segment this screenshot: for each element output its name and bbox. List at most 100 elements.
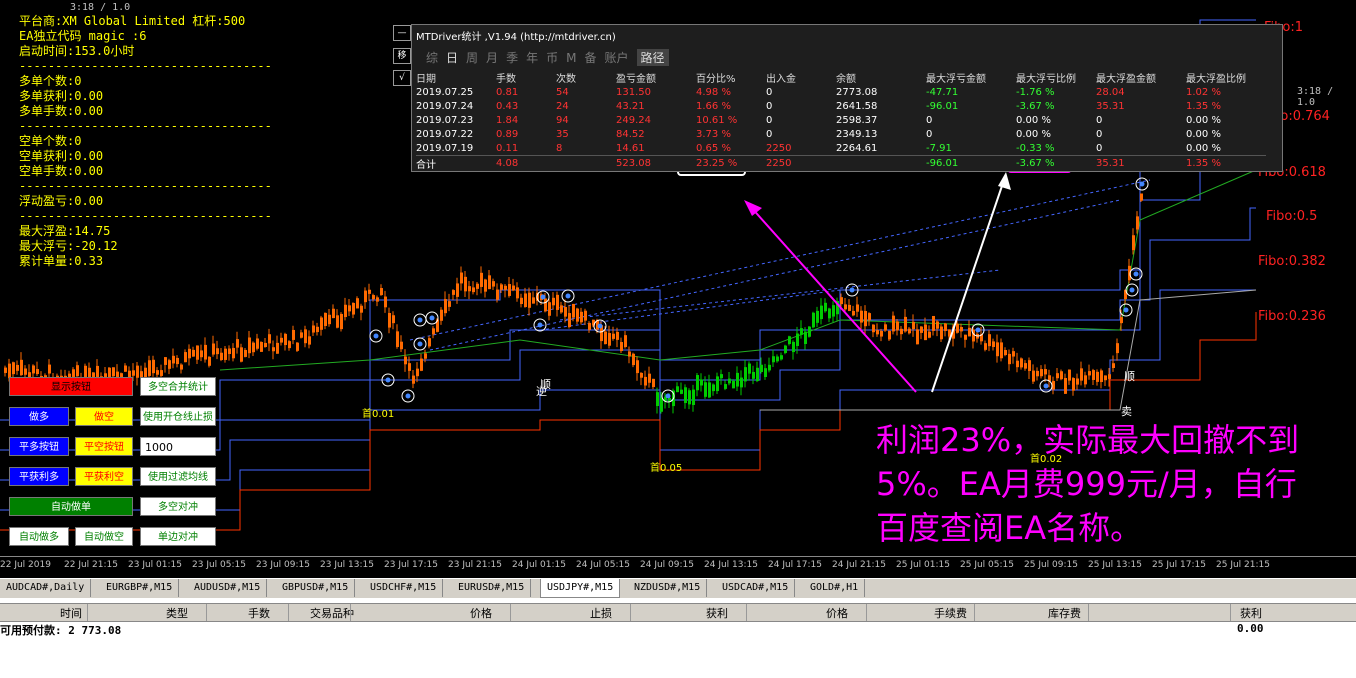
terminal-column-header[interactable]: 类型 (166, 605, 188, 621)
merge-stats-button[interactable]: 多空合并统计 (140, 377, 216, 396)
stats-cell: 2019.07.25 (416, 86, 474, 98)
sell-label: 卖 (1121, 405, 1132, 418)
candle-body (232, 347, 235, 359)
panel-tab[interactable]: 币 (546, 49, 558, 66)
candle-body (392, 315, 395, 324)
candle-body (796, 333, 799, 346)
candle-body (236, 339, 239, 348)
candle-body (1104, 375, 1107, 381)
panel-tab[interactable]: 账户 (604, 49, 628, 66)
panel-tab[interactable]: 周 (466, 49, 478, 66)
symbol-tab[interactable]: USDCAD#,M15 (716, 579, 796, 597)
stats-cell: -7.91 (926, 142, 952, 154)
candle-body (904, 316, 907, 332)
symbol-tab[interactable]: GBPUSD#,M15 (276, 579, 356, 597)
auto-trade-button[interactable]: 自动做单 (9, 497, 133, 516)
symbol-tab[interactable]: EURUSD#,M15 (452, 579, 532, 597)
close-profit-buy-button[interactable]: 平获利多 (9, 467, 69, 486)
stats-cell: 2598.37 (836, 114, 878, 126)
terminal-column-header[interactable]: 价格 (826, 605, 848, 621)
candle-body (284, 333, 287, 346)
close-sell-button[interactable]: 平空按钮 (75, 437, 133, 456)
hedge-button[interactable]: 多空对冲 (140, 497, 216, 516)
candle-body (644, 376, 647, 386)
terminal-column-header[interactable]: 获利 (706, 605, 728, 621)
lots-input[interactable]: 1000 (140, 437, 216, 456)
auto-sell-button[interactable]: 自动做空 (75, 527, 133, 546)
candle-body (292, 329, 295, 340)
close-profit-sell-button[interactable]: 平获利空 (75, 467, 133, 486)
terminal-column-header[interactable]: 获利 (1240, 605, 1262, 621)
stats-row: 2019.07.23 1.84 94 249.24 10.61 % 0 2598.37 0 0.… (416, 113, 1266, 127)
stats-column-header: 手数 (496, 74, 516, 85)
stats-cell: 2019.07.23 (416, 114, 474, 126)
candle-body (940, 326, 943, 340)
candle-body (388, 312, 391, 328)
open-line-stoploss-button[interactable]: 使用开仓线止损 (140, 407, 216, 426)
stats-total-cell: 35.31 (1096, 155, 1186, 171)
candle-body (452, 290, 455, 295)
panel-tab[interactable]: 综 (426, 49, 438, 66)
terminal-column-header[interactable]: 库存费 (1048, 605, 1081, 621)
one-side-hedge-button[interactable]: 单边对冲 (140, 527, 216, 546)
panel-tab[interactable]: 年 (526, 49, 538, 66)
candle-body (728, 378, 731, 384)
candle-body (876, 330, 879, 335)
terminal-header: 时间 类型 手数 交易品种 价格 止损 获利 价格 手续费 库存费 获利 (0, 603, 1356, 622)
auto-buy-button[interactable]: 自动做多 (9, 527, 69, 546)
trade-marker-dot (565, 293, 571, 299)
stats-cell: 10.61 % (696, 114, 738, 126)
panel-title: MTDriver统计 ,V1.94 (http://mtdriver.cn) (416, 32, 616, 43)
panel-tab[interactable]: 备 (584, 49, 596, 66)
candle-body (400, 341, 403, 350)
panel-check-button[interactable]: √ (393, 70, 411, 86)
show-buttons-button[interactable]: 显示按钮 (9, 377, 133, 396)
buy-button[interactable]: 做多 (9, 407, 69, 426)
symbol-tab[interactable]: NZDUSD#,M15 (628, 579, 708, 597)
candle-body (496, 289, 499, 300)
candle-body (184, 352, 187, 363)
terminal-column-header[interactable]: 手数 (248, 605, 270, 621)
candle-body (924, 324, 927, 341)
candle-body (420, 358, 423, 371)
panel-move-button[interactable]: 移 (393, 48, 411, 64)
candle-body (1004, 350, 1007, 356)
candle-body (364, 290, 367, 303)
symbol-tab[interactable]: USDJPY#,M15 (540, 579, 621, 598)
terminal-column-header[interactable]: 止损 (590, 605, 612, 621)
panel-tab[interactable]: 路径 (636, 49, 669, 66)
candle-body (868, 313, 871, 321)
symbol-tab[interactable]: AUDUSD#,M15 (188, 579, 268, 597)
stats-cell: 0.00 % (1186, 114, 1221, 126)
stats-cell: 0 (766, 100, 773, 112)
sell-button[interactable]: 做空 (75, 407, 133, 426)
candle-body (760, 364, 763, 373)
panel-minimize-button[interactable]: — (393, 25, 411, 41)
symbol-tab[interactable]: USDCHF#,M15 (364, 579, 444, 597)
candle-body (136, 365, 139, 378)
symbol-tab[interactable]: AUDCAD#,Daily (0, 579, 92, 597)
candle-body (320, 317, 323, 330)
panel-tab[interactable]: 季 (506, 49, 518, 66)
candle-body (280, 337, 283, 343)
terminal-column-header[interactable]: 交易品种 (310, 605, 354, 621)
panel-tab[interactable]: M (566, 51, 576, 65)
close-buy-button[interactable]: 平多按钮 (9, 437, 69, 456)
symbol-tab[interactable]: EURGBP#,M15 (100, 579, 180, 597)
candle-body (312, 325, 315, 333)
candle-body (652, 378, 655, 388)
price-chart[interactable]: 平台商:XM Global Limited 杠杆:500 EA独立代码 magic… (0, 0, 1356, 578)
white-arrowhead (998, 172, 1011, 190)
filter-ma-button[interactable]: 使用过滤均线 (140, 467, 216, 486)
terminal-column-header[interactable]: 价格 (470, 605, 492, 621)
candle-body (776, 356, 779, 362)
panel-tab[interactable]: 日 (446, 49, 458, 66)
candle-body (784, 345, 787, 354)
terminal-column-header[interactable]: 时间 (60, 605, 82, 621)
terminal-column-header[interactable]: 手续费 (934, 605, 967, 621)
symbol-tab[interactable]: GOLD#,H1 (804, 579, 866, 597)
stats-cell: -0.33 % (1016, 142, 1055, 154)
candle-body (4, 367, 7, 373)
panel-tab[interactable]: 月 (486, 49, 498, 66)
candle-body (1112, 363, 1115, 368)
